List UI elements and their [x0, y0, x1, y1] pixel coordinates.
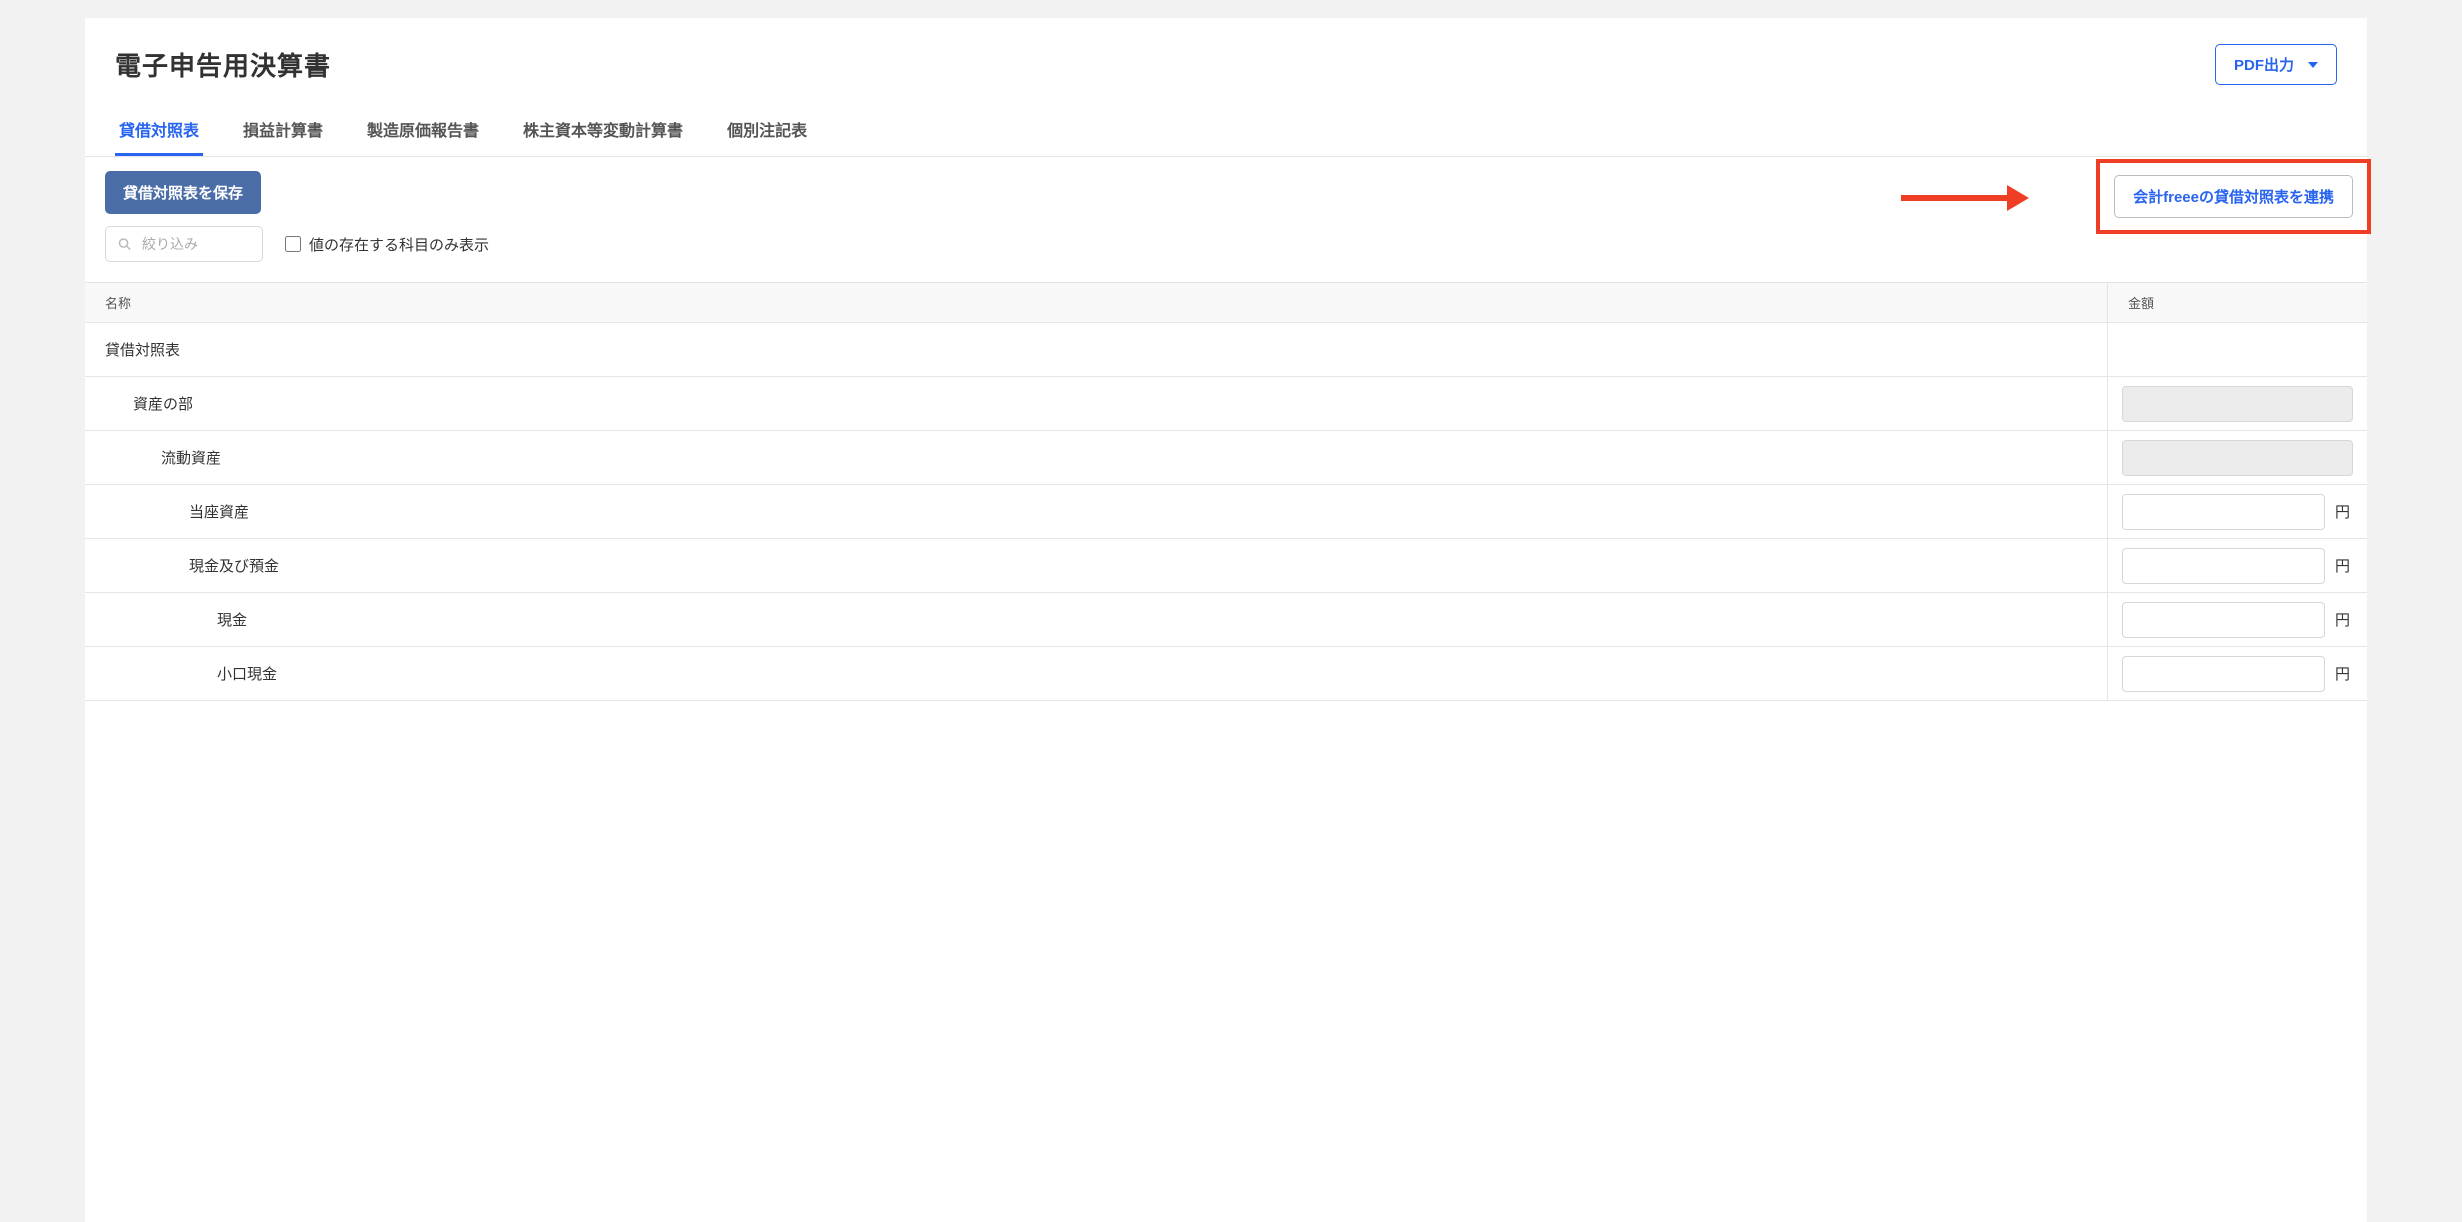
- table-row: 貸借対照表: [85, 323, 2367, 377]
- unit-label: 円: [2335, 663, 2353, 684]
- row-label: 流動資産: [85, 431, 2107, 484]
- amount-input[interactable]: [2122, 548, 2325, 584]
- row-amount-cell: [2107, 323, 2367, 376]
- save-button[interactable]: 貸借対照表を保存: [105, 171, 261, 214]
- row-label: 貸借対照表: [85, 323, 2107, 376]
- arrow-right-icon: [2007, 185, 2029, 211]
- amount-input[interactable]: [2122, 656, 2325, 692]
- row-amount-cell: 円: [2107, 593, 2367, 646]
- filter-checkbox-wrap[interactable]: 値の存在する科目のみ表示: [285, 234, 489, 255]
- search-wrap: [105, 226, 263, 262]
- filter-checkbox[interactable]: [285, 236, 301, 252]
- tab-3[interactable]: 株主資本等変動計算書: [519, 117, 687, 156]
- tabs-bar: 貸借対照表損益計算書製造原価報告書株主資本等変動計算書個別注記表: [85, 93, 2367, 157]
- page-container: 電子申告用決算書 PDF出力 貸借対照表損益計算書製造原価報告書株主資本等変動計…: [85, 18, 2367, 1222]
- pdf-export-button[interactable]: PDF出力: [2215, 44, 2337, 85]
- link-freee-button[interactable]: 会計freeeの貸借対照表を連携: [2114, 175, 2353, 218]
- arrow-annotation: [1901, 185, 2029, 211]
- toolbar-left: 貸借対照表を保存 値の存在する科目のみ表示: [105, 171, 489, 262]
- tab-1[interactable]: 損益計算書: [239, 117, 327, 156]
- highlight-box: 会計freeeの貸借対照表を連携: [2096, 159, 2371, 234]
- amount-input[interactable]: [2122, 602, 2325, 638]
- unit-label: 円: [2335, 555, 2353, 576]
- column-header-name: 名称: [85, 283, 2107, 322]
- row-amount-cell: [2107, 431, 2367, 484]
- table-row: 小口現金 円: [85, 647, 2367, 701]
- table-row: 資産の部: [85, 377, 2367, 431]
- amount-input[interactable]: [2122, 494, 2325, 530]
- tab-2[interactable]: 製造原価報告書: [363, 117, 483, 156]
- filter-row: 値の存在する科目のみ表示: [105, 226, 489, 262]
- amount-readonly: [2122, 386, 2353, 422]
- row-label: 資産の部: [85, 377, 2107, 430]
- row-amount-cell: [2107, 377, 2367, 430]
- arrow-line: [1901, 195, 2007, 201]
- column-header-amount: 金額: [2107, 283, 2367, 322]
- row-label: 現金及び預金: [85, 539, 2107, 592]
- chevron-down-icon: [2308, 62, 2318, 68]
- row-label: 当座資産: [85, 485, 2107, 538]
- header-row: 電子申告用決算書 PDF出力: [85, 18, 2367, 93]
- table-row: 現金 円: [85, 593, 2367, 647]
- filter-checkbox-label: 値の存在する科目のみ表示: [309, 234, 489, 255]
- row-label: 小口現金: [85, 647, 2107, 700]
- balance-sheet-table: 名称 金額 貸借対照表資産の部流動資産当座資産円現金及び預金円現金円小口現金円: [85, 282, 2367, 701]
- amount-readonly: [2122, 440, 2353, 476]
- row-amount-cell: 円: [2107, 539, 2367, 592]
- row-amount-cell: 円: [2107, 485, 2367, 538]
- row-label: 現金: [85, 593, 2107, 646]
- unit-label: 円: [2335, 501, 2353, 522]
- tab-0[interactable]: 貸借対照表: [115, 117, 203, 156]
- table-header: 名称 金額: [85, 282, 2367, 323]
- pdf-export-label: PDF出力: [2234, 54, 2294, 75]
- table-row: 流動資産: [85, 431, 2367, 485]
- table-row: 現金及び預金 円: [85, 539, 2367, 593]
- table-row: 当座資産 円: [85, 485, 2367, 539]
- row-amount-cell: 円: [2107, 647, 2367, 700]
- toolbar: 貸借対照表を保存 値の存在する科目のみ表示 会計free: [85, 157, 2367, 262]
- unit-label: 円: [2335, 609, 2353, 630]
- search-input[interactable]: [105, 226, 263, 262]
- table-body: 貸借対照表資産の部流動資産当座資産円現金及び預金円現金円小口現金円: [85, 323, 2367, 701]
- tab-4[interactable]: 個別注記表: [723, 117, 811, 156]
- page-title: 電子申告用決算書: [115, 46, 331, 83]
